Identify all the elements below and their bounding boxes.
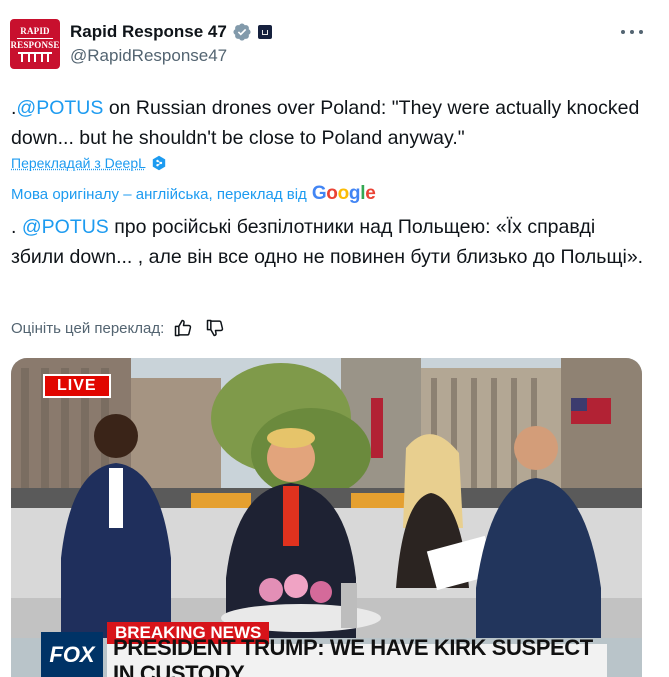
rate-translation-label: Оцініть цей переклад: (11, 319, 165, 337)
translated-text-prefix: . (11, 216, 22, 238)
verified-badge-icon[interactable] (232, 22, 252, 42)
translated-text: . @POTUS про російські безпілотники над … (11, 212, 651, 272)
white-house-icon (18, 51, 52, 62)
translated-mention-link[interactable]: @POTUS (22, 216, 109, 238)
tweet-text: .@POTUS on Russian drones over Poland: "… (11, 93, 651, 153)
fox-news-logo: FOX (41, 632, 103, 677)
news-headline-bar: PRESIDENT TRUMP: WE HAVE KIRK SUSPECT IN… (107, 635, 607, 677)
media-video[interactable]: LIVE BREAKING NEWS PRESIDENT TRUMP: WE H… (11, 358, 642, 677)
thumbs-down-icon[interactable] (205, 318, 225, 338)
avatar-divider (17, 37, 53, 39)
mention-link[interactable]: @POTUS (16, 97, 103, 119)
more-options-icon[interactable] (621, 22, 643, 42)
author-handle[interactable]: @RapidResponse47 (70, 46, 227, 66)
avatar-text-rapid: RAPID (20, 25, 50, 36)
avatar-text-response: RESPONSE (10, 39, 60, 50)
avatar[interactable]: RAPID RESPONSE (10, 19, 60, 69)
deepl-translate-row: Перекладай з DeepL (11, 155, 167, 171)
tweet-text-body: on Russian drones over Poland: "They wer… (11, 97, 640, 149)
google-logo: Google (311, 183, 376, 204)
video-frame-illustration (11, 358, 642, 638)
deepl-translate-link[interactable]: Перекладай з DeepL (11, 155, 146, 171)
thumbs-up-icon[interactable] (173, 318, 193, 338)
rate-translation-row: Оцініть цей переклад: (11, 318, 225, 338)
live-badge: LIVE (43, 374, 111, 398)
tweet: RAPID RESPONSE Rapid Response 47 @RapidR… (0, 0, 669, 677)
author-name-row: Rapid Response 47 (70, 21, 272, 43)
deepl-icon (152, 155, 166, 171)
white-house-affiliate-icon[interactable] (257, 25, 272, 39)
fox-news-logo-text: FOX (49, 641, 95, 667)
original-language-note: Мова оригіналу – англійська, переклад ві… (11, 183, 376, 205)
original-language-text: Мова оригіналу – англійська, переклад ві… (11, 186, 307, 203)
author-display-name[interactable]: Rapid Response 47 (70, 22, 227, 42)
